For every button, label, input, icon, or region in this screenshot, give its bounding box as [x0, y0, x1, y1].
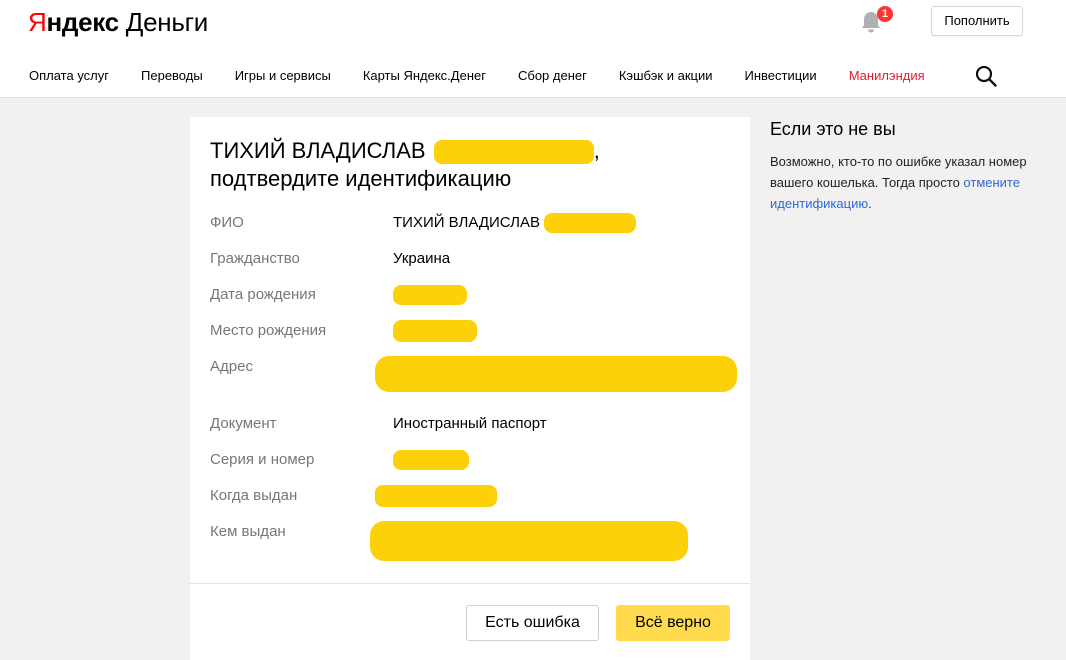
field-label: ФИО — [210, 214, 244, 231]
field-label: Серия и номер — [210, 451, 315, 468]
nav-item-cards[interactable]: Карты Яндекс.Денег — [363, 66, 486, 86]
report-error-button[interactable]: Есть ошибка — [466, 605, 599, 641]
field-row-birthdate: Дата рождения — [210, 284, 730, 320]
logo-service: Деньги — [125, 7, 208, 37]
field-label: Документ — [210, 415, 277, 432]
card-title: ТИХИЙ ВЛАДИСЛАВ , подтвердите идентифика… — [210, 137, 730, 193]
aside-tail: . — [868, 196, 872, 211]
field-value — [393, 284, 467, 306]
confirm-button[interactable]: Всё верно — [616, 605, 730, 641]
field-label: Гражданство — [210, 250, 300, 267]
redacted-value — [393, 285, 467, 306]
field-row-address: Адрес — [210, 356, 737, 413]
field-row-series-number: Серия и номер — [210, 449, 730, 485]
nav-item-payments[interactable]: Оплата услуг — [29, 66, 109, 86]
card-title-name: ТИХИЙ ВЛАДИСЛАВ — [210, 138, 426, 163]
redacted-value — [370, 521, 688, 561]
redacted-value — [393, 320, 477, 343]
yandex-money-logo[interactable]: Яндекс Деньги — [28, 6, 208, 38]
logo-y-letter: Я — [28, 7, 47, 37]
field-label: Дата рождения — [210, 286, 316, 303]
field-value — [370, 521, 688, 561]
nav-item-investments[interactable]: Инвестиции — [745, 66, 817, 86]
logo-brand: ндекс — [46, 7, 119, 37]
field-label: Кем выдан — [210, 523, 286, 540]
nav-item-transfers[interactable]: Переводы — [141, 66, 203, 86]
main-nav: Оплата услуг Переводы Игры и сервисы Кар… — [29, 66, 957, 86]
redacted-value — [544, 213, 636, 234]
topup-button[interactable]: Пополнить — [931, 6, 1023, 36]
card-title-subtitle: подтвердите идентификацию — [210, 166, 512, 191]
redacted-patronymic — [433, 140, 594, 165]
field-value — [393, 320, 477, 343]
card-divider — [190, 583, 750, 584]
not-you-panel: Если это не вы Возможно, кто-то по ошибк… — [770, 117, 1040, 214]
header: Яндекс Деньги 1 Пополнить Оплата услуг Пе… — [0, 0, 1066, 98]
field-row-citizenship: Гражданство Украина — [210, 248, 730, 284]
nav-item-fundraising[interactable]: Сбор денег — [518, 66, 587, 86]
field-value — [375, 485, 497, 508]
field-row-issue-date: Когда выдан — [210, 485, 730, 521]
nav-item-cashback[interactable]: Кэшбэк и акции — [619, 66, 713, 86]
search-icon — [975, 65, 997, 87]
field-row-document: Документ Иностранный паспорт — [210, 413, 730, 449]
field-value: Иностранный паспорт — [393, 415, 547, 432]
search-button[interactable] — [974, 64, 998, 88]
nav-item-manilandia[interactable]: Манилэндия — [849, 66, 925, 86]
notifications-button[interactable]: 1 — [856, 6, 893, 36]
redacted-value — [375, 485, 497, 508]
field-label: Когда выдан — [210, 487, 298, 504]
aside-title: Если это не вы — [770, 119, 896, 139]
field-row-issued-by: Кем выдан — [210, 521, 730, 561]
field-value — [393, 449, 469, 471]
field-value: ТИХИЙ ВЛАДИСЛАВ — [393, 212, 636, 234]
field-label: Место рождения — [210, 322, 327, 339]
identity-fields: ФИО ТИХИЙ ВЛАДИСЛАВ Гражданство Украина … — [210, 212, 737, 561]
field-row-fio: ФИО ТИХИЙ ВЛАДИСЛАВ — [210, 212, 730, 248]
notification-badge: 1 — [877, 6, 893, 22]
redacted-value — [375, 356, 737, 392]
field-label: Адрес — [210, 358, 253, 375]
field-row-birthplace: Место рождения — [210, 320, 730, 356]
field-value-text: ТИХИЙ ВЛАДИСЛАВ — [393, 214, 540, 231]
card-title-comma: , — [593, 138, 600, 163]
nav-item-games[interactable]: Игры и сервисы — [235, 66, 331, 86]
field-value: Украина — [393, 250, 451, 267]
aside-text: Возможно, кто-то по ошибке указал номер … — [770, 151, 1040, 214]
identification-card: ТИХИЙ ВЛАДИСЛАВ , подтвердите идентифика… — [190, 117, 750, 660]
field-value — [375, 356, 737, 392]
redacted-value — [393, 450, 469, 471]
